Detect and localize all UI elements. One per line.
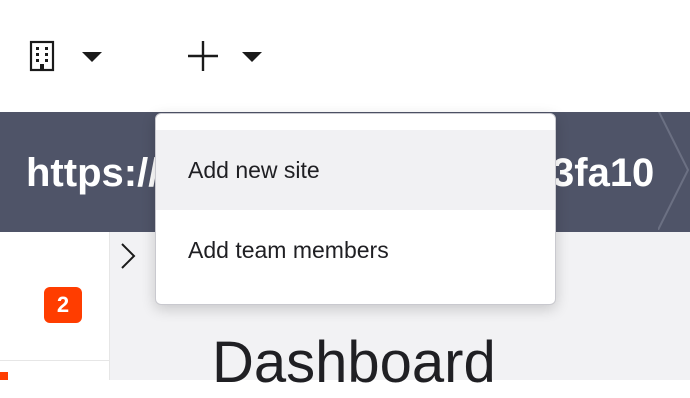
page-title: Dashboard xyxy=(212,330,496,395)
menu-item-add-new-site[interactable]: Add new site xyxy=(156,130,555,210)
plus-icon xyxy=(188,41,218,71)
top-toolbar xyxy=(0,0,690,112)
sidebar-divider xyxy=(0,360,110,361)
add-menu-button[interactable] xyxy=(184,36,268,76)
sidebar-active-indicator xyxy=(0,372,8,380)
chevron-right-icon xyxy=(658,112,690,230)
sidebar: 2 xyxy=(0,232,110,380)
caret-down-icon xyxy=(242,52,262,62)
menu-item-add-team-members[interactable]: Add team members xyxy=(156,210,555,290)
site-url-prefix: https:// xyxy=(26,151,160,195)
building-icon xyxy=(29,40,55,72)
organization-switcher-button[interactable] xyxy=(28,36,108,76)
notification-badge[interactable]: 2 xyxy=(44,287,82,323)
caret-down-icon xyxy=(82,52,102,62)
site-url-suffix: 3fa10 xyxy=(552,151,655,195)
chevron-right-icon xyxy=(121,243,136,269)
sidebar-toggle-button[interactable] xyxy=(116,238,140,274)
add-menu-dropdown: Add new site Add team members xyxy=(155,113,556,305)
